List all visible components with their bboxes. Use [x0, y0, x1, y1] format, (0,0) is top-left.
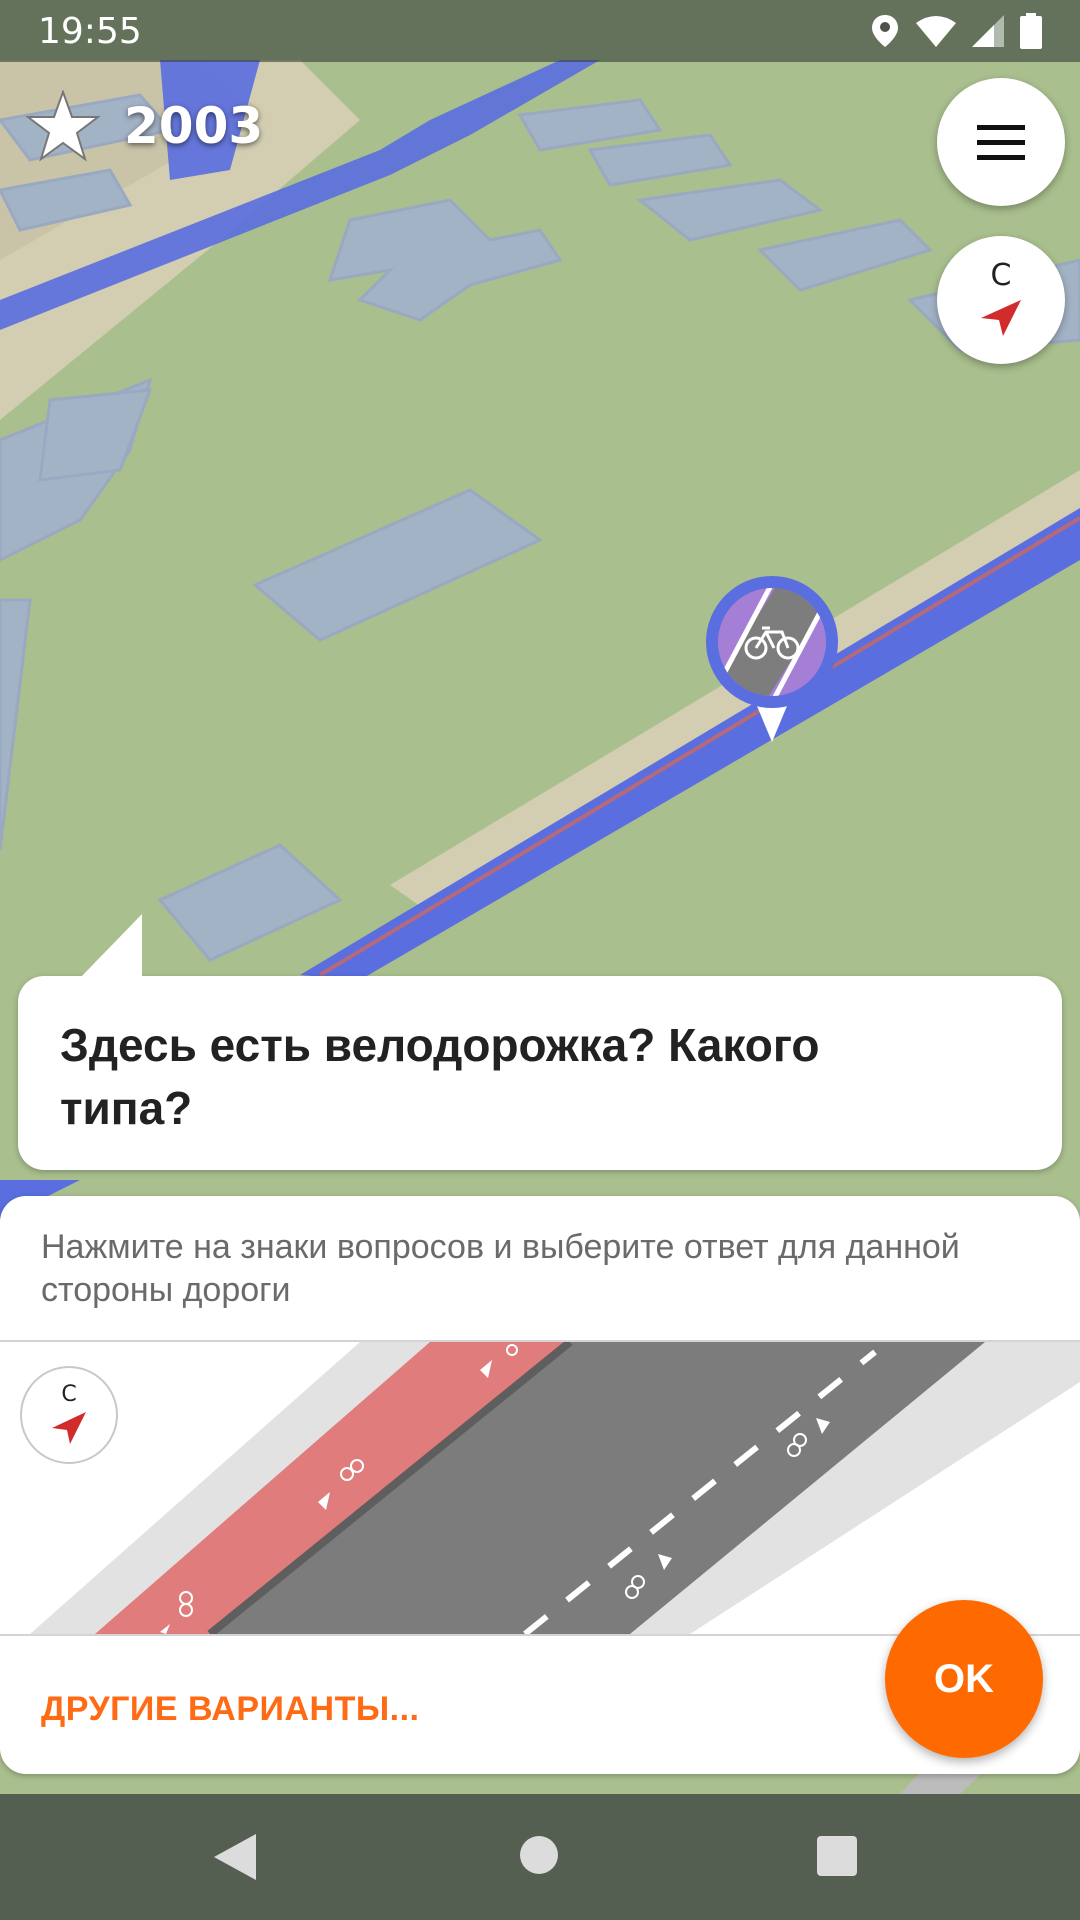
- home-icon[interactable]: [520, 1836, 558, 1874]
- location-icon: [872, 15, 898, 47]
- back-icon[interactable]: [214, 1834, 256, 1880]
- status-bar: 19:55: [0, 0, 1080, 62]
- menu-icon: [977, 124, 1025, 130]
- answer-hint: Нажмите на знаки вопросов и выберите отв…: [41, 1228, 960, 1309]
- compass-north-label: С: [990, 258, 1012, 293]
- street-side-selector[interactable]: [0, 1342, 1080, 1634]
- navigation-bar: [0, 1794, 1080, 1920]
- mini-compass: С: [20, 1366, 118, 1464]
- star-icon: [26, 90, 100, 162]
- recents-icon[interactable]: [817, 1836, 857, 1876]
- menu-icon: [977, 154, 1025, 160]
- star-counter[interactable]: 2003: [26, 90, 263, 162]
- status-icons: [870, 13, 1042, 49]
- wifi-icon: [916, 16, 956, 47]
- quest-pin[interactable]: [702, 574, 842, 744]
- compass-arrow-icon: [981, 300, 1021, 336]
- question-title: Здесь есть велодорожка? Какого типа?: [60, 1019, 820, 1134]
- menu-icon: [977, 139, 1025, 145]
- compass-button[interactable]: С: [937, 236, 1065, 364]
- signal-icon: [972, 15, 1004, 47]
- compass-arrow-icon: [52, 1412, 86, 1444]
- question-bubble: Здесь есть велодорожка? Какого типа?: [18, 914, 1062, 1170]
- star-count: 2003: [124, 97, 264, 155]
- ok-button[interactable]: OK: [885, 1600, 1043, 1758]
- mini-compass-north-label: С: [61, 1382, 77, 1407]
- battery-icon: [1020, 13, 1042, 49]
- status-time: 19:55: [38, 10, 142, 52]
- menu-button[interactable]: [937, 78, 1065, 206]
- other-answers-button[interactable]: ДРУГИЕ ВАРИАНТЫ...: [41, 1690, 419, 1729]
- bubble-tail: [78, 914, 142, 980]
